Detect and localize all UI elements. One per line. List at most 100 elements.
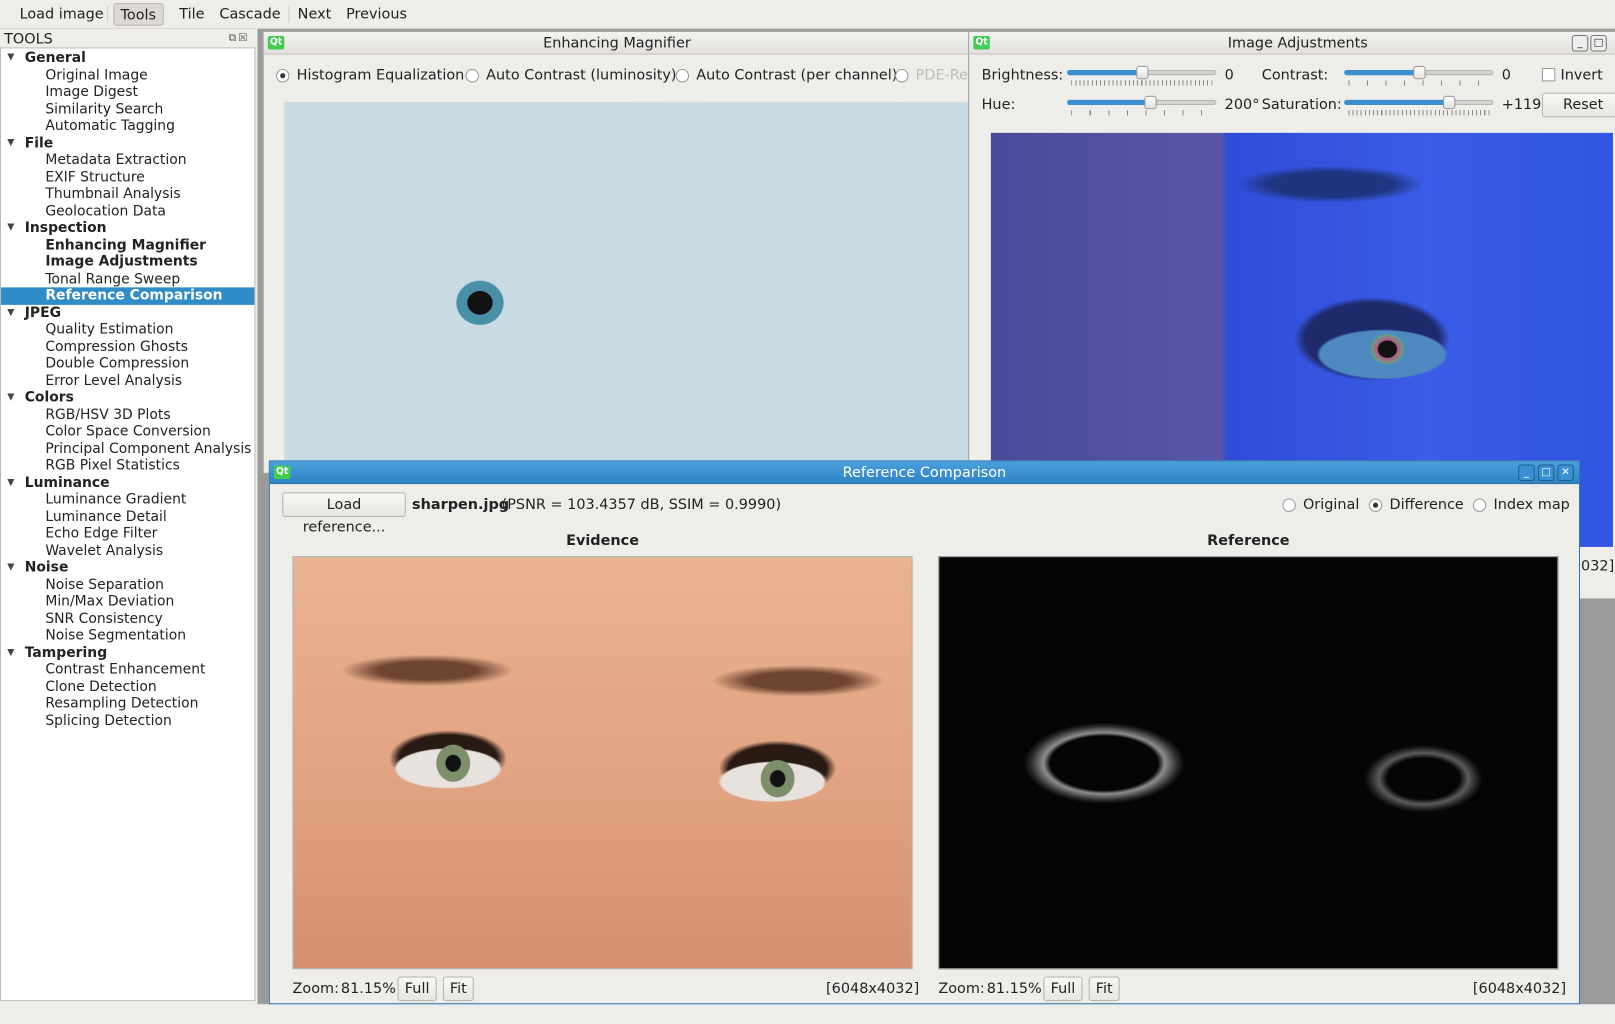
tree-category-general[interactable]: ▼ General: [1, 49, 254, 66]
load-image-button[interactable]: Load image: [13, 3, 109, 26]
tree-item[interactable]: Contrast Enhancement: [1, 661, 254, 678]
view-mode-radio[interactable]: Original: [1282, 496, 1359, 513]
view-mode-radio[interactable]: Difference: [1368, 496, 1464, 513]
tree-item[interactable]: Image Digest: [1, 83, 254, 100]
expand-arrow-icon[interactable]: ▼: [7, 49, 14, 66]
expand-arrow-icon[interactable]: ▼: [7, 474, 14, 491]
enhancement-radio[interactable]: Auto Contrast (luminosity): [465, 67, 677, 83]
previous-button[interactable]: Previous: [340, 3, 413, 26]
reference-fit-button[interactable]: Fit: [1088, 976, 1120, 1002]
tree-item[interactable]: Color Space Conversion: [1, 423, 254, 440]
tree-item-label: Image Adjustments: [45, 253, 198, 270]
tree-category-file[interactable]: ▼ File: [1, 134, 254, 151]
tree-item[interactable]: Metadata Extraction: [1, 151, 254, 168]
tree-item[interactable]: Automatic Tagging: [1, 117, 254, 134]
tree-item[interactable]: SNR Consistency: [1, 610, 254, 627]
expand-arrow-icon[interactable]: ▼: [7, 559, 14, 576]
enhancement-radio[interactable]: Auto Contrast (per channel): [675, 67, 897, 83]
reset-button[interactable]: Reset: [1541, 92, 1615, 118]
tree-category-inspection[interactable]: ▼ Inspection: [1, 219, 254, 236]
radio-icon[interactable]: [1472, 498, 1487, 512]
hue-slider[interactable]: [1067, 95, 1217, 117]
expand-arrow-icon[interactable]: ▼: [7, 644, 14, 661]
enhancement-radio[interactable]: Histogram Equalization: [276, 67, 464, 83]
category-label: File: [24, 134, 54, 151]
load-reference-button[interactable]: Load reference...: [282, 492, 406, 536]
tree-item-label: Quality Estimation: [45, 321, 174, 338]
contrast-slider[interactable]: [1344, 65, 1494, 87]
window-titlebar[interactable]: Qt Image Adjustments _ □: [969, 31, 1615, 55]
tree-item[interactable]: RGB/HSV 3D Plots: [1, 406, 254, 423]
minimize-button[interactable]: _: [1571, 35, 1589, 52]
tree-category-noise[interactable]: ▼ Noise: [1, 559, 254, 576]
tree-item[interactable]: Geolocation Data: [1, 202, 254, 219]
window-titlebar[interactable]: Qt Reference Comparison _ □ ✕: [269, 461, 1579, 485]
invert-checkbox[interactable]: [1541, 67, 1556, 82]
tree-item[interactable]: Thumbnail Analysis: [1, 185, 254, 202]
tree-item[interactable]: Quality Estimation: [1, 321, 254, 338]
tools-tree[interactable]: ▼ General Original Image Image Digest Simila…: [0, 47, 256, 1002]
tree-category-jpeg[interactable]: ▼ JPEG: [1, 304, 254, 321]
tree-item[interactable]: Principal Component Analysis: [1, 440, 254, 457]
tree-item[interactable]: Resampling Detection: [1, 695, 254, 712]
close-button[interactable]: ✕: [1557, 464, 1574, 482]
tree-category-tampering[interactable]: ▼ Tampering: [1, 644, 254, 661]
tree-item[interactable]: Luminance Detail: [1, 508, 254, 525]
tree-item[interactable]: Noise Segmentation: [1, 627, 254, 644]
tree-item[interactable]: Original Image: [1, 66, 254, 83]
evidence-image[interactable]: [292, 556, 913, 970]
evidence-fit-button[interactable]: Fit: [442, 976, 474, 1002]
reference-full-button[interactable]: Full: [1043, 976, 1083, 1002]
maximize-button[interactable]: □: [1537, 464, 1555, 482]
tree-category-colors[interactable]: ▼ Colors: [1, 389, 254, 406]
expand-arrow-icon[interactable]: ▼: [7, 134, 14, 151]
magnified-image[interactable]: [284, 101, 973, 475]
view-mode-radio[interactable]: Index map: [1472, 496, 1570, 513]
tools-button[interactable]: Tools: [113, 3, 164, 26]
tree-item[interactable]: Similarity Search: [1, 100, 254, 117]
tree-item[interactable]: Noise Separation: [1, 576, 254, 593]
reference-comparison-window: Qt Reference Comparison _ □ ✕ Load referenc…: [268, 460, 1581, 1005]
expand-arrow-icon[interactable]: ▼: [7, 219, 14, 236]
tile-button[interactable]: Tile: [173, 3, 211, 26]
saturation-slider[interactable]: [1344, 95, 1494, 117]
maximize-button[interactable]: □: [1590, 35, 1607, 52]
radio-icon[interactable]: [276, 68, 290, 82]
tree-item[interactable]: Reference Comparison: [1, 287, 255, 305]
tree-item[interactable]: Error Level Analysis: [1, 372, 254, 389]
tree-category-luminance[interactable]: ▼ Luminance: [1, 474, 254, 491]
tree-item[interactable]: Luminance Gradient: [1, 491, 254, 508]
tree-item[interactable]: Wavelet Analysis: [1, 542, 254, 559]
tree-item[interactable]: Min/Max Deviation: [1, 593, 254, 610]
tree-item[interactable]: Splicing Detection: [1, 712, 254, 729]
difference-image[interactable]: [938, 556, 1559, 970]
tree-item[interactable]: Clone Detection: [1, 678, 254, 695]
tree-item[interactable]: Enhancing Magnifier: [1, 236, 254, 253]
radio-icon[interactable]: [465, 68, 479, 82]
expand-arrow-icon[interactable]: ▼: [7, 304, 14, 321]
tree-item[interactable]: Image Adjustments: [1, 253, 254, 270]
radio-icon[interactable]: [675, 68, 690, 82]
tree-item[interactable]: Double Compression: [1, 355, 254, 372]
radio-icon[interactable]: [1368, 498, 1383, 512]
close-icon[interactable]: ☒: [238, 33, 249, 44]
tree-item[interactable]: RGB Pixel Statistics: [1, 457, 254, 474]
radio-icon[interactable]: [1282, 498, 1296, 512]
tree-item[interactable]: EXIF Structure: [1, 168, 254, 185]
minimize-button[interactable]: _: [1518, 464, 1535, 482]
evidence-full-button[interactable]: Full: [397, 976, 437, 1002]
tree-item-label: Wavelet Analysis: [45, 542, 164, 559]
contrast-value: 0: [1501, 66, 1511, 84]
radio-label: Difference: [1389, 496, 1464, 513]
cascade-button[interactable]: Cascade: [213, 3, 287, 26]
radio-icon[interactable]: [895, 68, 909, 82]
tree-item-label: Tonal Range Sweep: [45, 270, 181, 287]
tree-item[interactable]: Compression Ghosts: [1, 338, 254, 355]
expand-arrow-icon[interactable]: ▼: [7, 389, 14, 406]
next-button[interactable]: Next: [291, 3, 337, 26]
brightness-slider[interactable]: [1067, 65, 1217, 87]
window-titlebar[interactable]: Qt Enhancing Magnifier: [263, 31, 971, 55]
float-icon[interactable]: ⧉: [229, 33, 238, 44]
tree-item[interactable]: Echo Edge Filter: [1, 525, 254, 542]
tree-item[interactable]: Tonal Range Sweep: [1, 270, 254, 287]
